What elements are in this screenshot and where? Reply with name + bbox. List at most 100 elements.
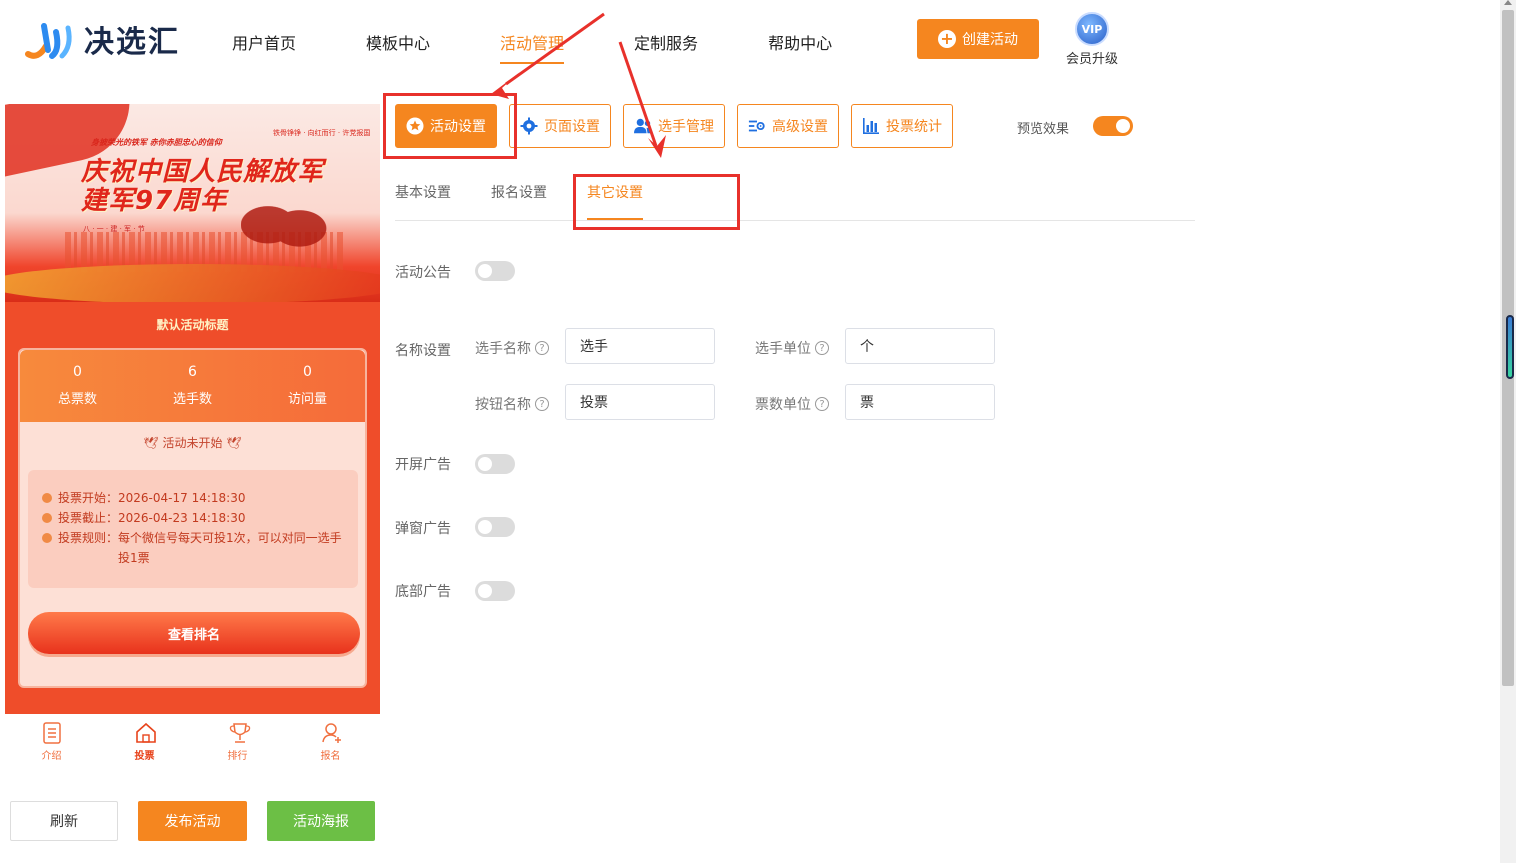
logo-mark-icon [24,16,76,62]
bottom-ad-toggle[interactable] [475,581,515,601]
activity-status: 🕊 活动未开始 🕊 [20,434,365,451]
mobile-tabbar: 介绍 投票 排行 报名 [5,714,380,770]
vip-upgrade-label: 会员升级 [1065,52,1118,67]
tab-vote-label: 投票 [134,751,155,762]
banner-subline: 八 · 一 · 建 · 军 · 节 [83,225,145,233]
gear-icon [520,117,538,135]
stat-visits: 0 访问量 [250,350,365,422]
home-icon [135,722,156,744]
tab-signup-label: 报名 [320,751,341,762]
view-ranking-button[interactable]: 查看排名 [28,612,360,654]
stat-value: 0 [73,364,82,380]
publish-activity-button[interactable]: 发布活动 [138,801,247,841]
info-value: 2026-04-17 14:18:30 [118,491,246,505]
help-icon[interactable]: ? [815,341,829,355]
info-value: 每个微信号每天可投1次，可以对同一选手投1票 [118,531,342,565]
stat-label: 总票数 [57,392,97,407]
popup-ad-label: 弹窗广告 [395,521,451,537]
info-value: 2026-04-23 14:18:30 [118,511,246,525]
scroll-up-arrow-icon[interactable] [1504,0,1512,5]
banner-slogan-left: 身披荣光的铁军 赤你赤胆忠心的信仰 [91,138,222,147]
advanced-settings-button[interactable]: 高级设置 [737,104,839,148]
banner-slogan-right: 铁骨铮铮 · 向红而行 · 许党报国 [273,129,371,137]
name-settings-label: 名称设置 [395,343,451,359]
vip-badge-icon: VIP [1075,12,1109,46]
floating-scroll-indicator[interactable] [1506,315,1514,379]
info-key: 投票截止： [58,511,119,525]
event-title: 默认活动标题 [156,318,229,332]
list-icon [42,722,62,744]
page-settings-label: 页面设置 [544,119,600,135]
announcement-toggle[interactable] [475,261,515,281]
highlight-other-settings [573,174,740,230]
stat-value: 6 [188,364,197,380]
help-icon[interactable]: ? [535,341,549,355]
vip-upgrade[interactable]: VIP 会员升级 [1062,12,1122,67]
trophy-icon [228,722,250,744]
info-key: 投票规则： [58,531,119,545]
vote-unit-label: 票数单位 ? [755,394,829,414]
sliders-icon [748,117,766,135]
contestant-unit-input[interactable]: 个 [845,328,995,364]
banner-title-line2: 建军97周年 [81,186,228,216]
bar-chart-icon [862,117,880,135]
preview-effect-label: 预览效果 [1017,122,1070,137]
advanced-settings-label: 高级设置 [772,119,828,135]
popup-ad-toggle[interactable] [475,517,515,537]
create-activity-label: 创建活动 [962,32,1018,48]
mobile-preview: 身披荣光的铁军 赤你赤胆忠心的信仰 铁骨铮铮 · 向红而行 · 许党报国 庆祝中… [5,104,380,714]
tab-intro-label: 介绍 [41,751,62,762]
field-label-text: 票数单位 [755,397,811,413]
page-settings-button[interactable]: 页面设置 [509,104,611,148]
clock-icon [42,493,52,503]
nav-help-center[interactable]: 帮助中心 [768,30,832,64]
stat-total-votes: 0 总票数 [20,350,135,422]
clock-icon [42,513,52,523]
tab-ranking[interactable]: 排行 [191,714,284,770]
contestant-name-label: 选手名称 ? [475,338,549,358]
splash-ad-toggle[interactable] [475,454,515,474]
tab-signup[interactable]: 报名 [284,714,377,770]
help-icon[interactable]: ? [535,397,549,411]
ribbon-wave-decoration [5,264,380,302]
banner-title-line1: 庆祝中国人民解放军 [81,157,325,187]
button-name-input[interactable]: 投票 [565,384,715,420]
nav-template-center[interactable]: 模板中心 [366,30,430,64]
preview-actions: 刷新 发布活动 活动海报 [10,801,395,841]
nav-custom-service[interactable]: 定制服务 [634,30,698,64]
stats-row: 0 总票数 6 选手数 0 访问量 [20,350,365,422]
tab-vote[interactable]: 投票 [98,714,191,770]
field-label-text: 选手名称 [475,341,531,357]
vote-statistics-button[interactable]: 投票统计 [851,104,953,148]
vote-end-row: 投票截止： 2026-04-23 14:18:30 [42,508,344,528]
user-add-icon [321,722,341,744]
contestant-name-input[interactable]: 选手 [565,328,715,364]
refresh-button[interactable]: 刷新 [10,801,118,841]
plus-circle-icon: + [938,30,956,48]
tab-ranking-label: 排行 [227,751,248,762]
tab-basic-settings[interactable]: 基本设置 [395,182,451,202]
banner-title: 庆祝中国人民解放军 建军97周年 [81,158,324,216]
vote-statistics-label: 投票统计 [886,119,942,135]
tab-signup-settings[interactable]: 报名设置 [491,182,547,202]
nav-activity-management[interactable]: 活动管理 [500,30,565,64]
stat-label: 访问量 [287,392,327,407]
stat-contestants: 6 选手数 [135,350,250,422]
logo[interactable]: 决选汇 [24,16,180,62]
bottom-ad-label: 底部广告 [395,584,451,600]
activity-poster-button[interactable]: 活动海报 [267,801,375,841]
vote-unit-input[interactable]: 票 [845,384,995,420]
vote-info-box: 投票开始： 2026-04-17 14:18:30 投票截止： 2026-04-… [28,470,358,588]
nav-user-home[interactable]: 用户首页 [232,30,296,64]
create-activity-button[interactable]: + 创建活动 [917,19,1039,59]
vote-start-row: 投票开始： 2026-04-17 14:18:30 [42,488,344,508]
help-icon[interactable]: ? [815,397,829,411]
activity-status-text: 活动未开始 [162,436,223,450]
contestant-management-button[interactable]: 选手管理 [623,104,725,148]
main-nav: 用户首页 模板中心 活动管理 定制服务 帮助中心 [232,30,902,64]
preview-effect-toggle[interactable] [1093,116,1133,136]
tab-intro[interactable]: 介绍 [5,714,98,770]
info-key: 投票开始： [58,491,119,505]
stats-card: 0 总票数 6 选手数 0 访问量 🕊 活动未开始 🕊 投票开始： 2026-0… [18,348,367,688]
vote-rule-row: 投票规则： 每个微信号每天可投1次，可以对同一选手投1票 [42,528,344,568]
